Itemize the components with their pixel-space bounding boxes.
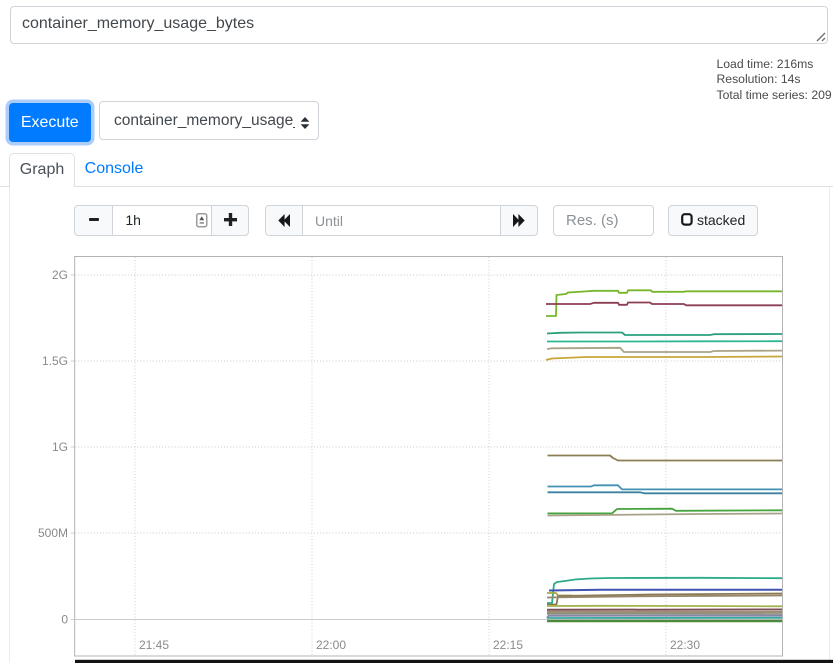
- svg-text:1G: 1G: [52, 440, 68, 454]
- svg-text:21:45: 21:45: [139, 638, 169, 652]
- svg-text:0: 0: [61, 613, 68, 627]
- svg-text:22:15: 22:15: [493, 638, 523, 652]
- svg-text:500M: 500M: [38, 526, 68, 540]
- svg-text:1.5G: 1.5G: [42, 354, 68, 368]
- svg-text:2G: 2G: [52, 268, 68, 282]
- svg-text:22:30: 22:30: [670, 638, 700, 652]
- svg-text:22:00: 22:00: [316, 638, 346, 652]
